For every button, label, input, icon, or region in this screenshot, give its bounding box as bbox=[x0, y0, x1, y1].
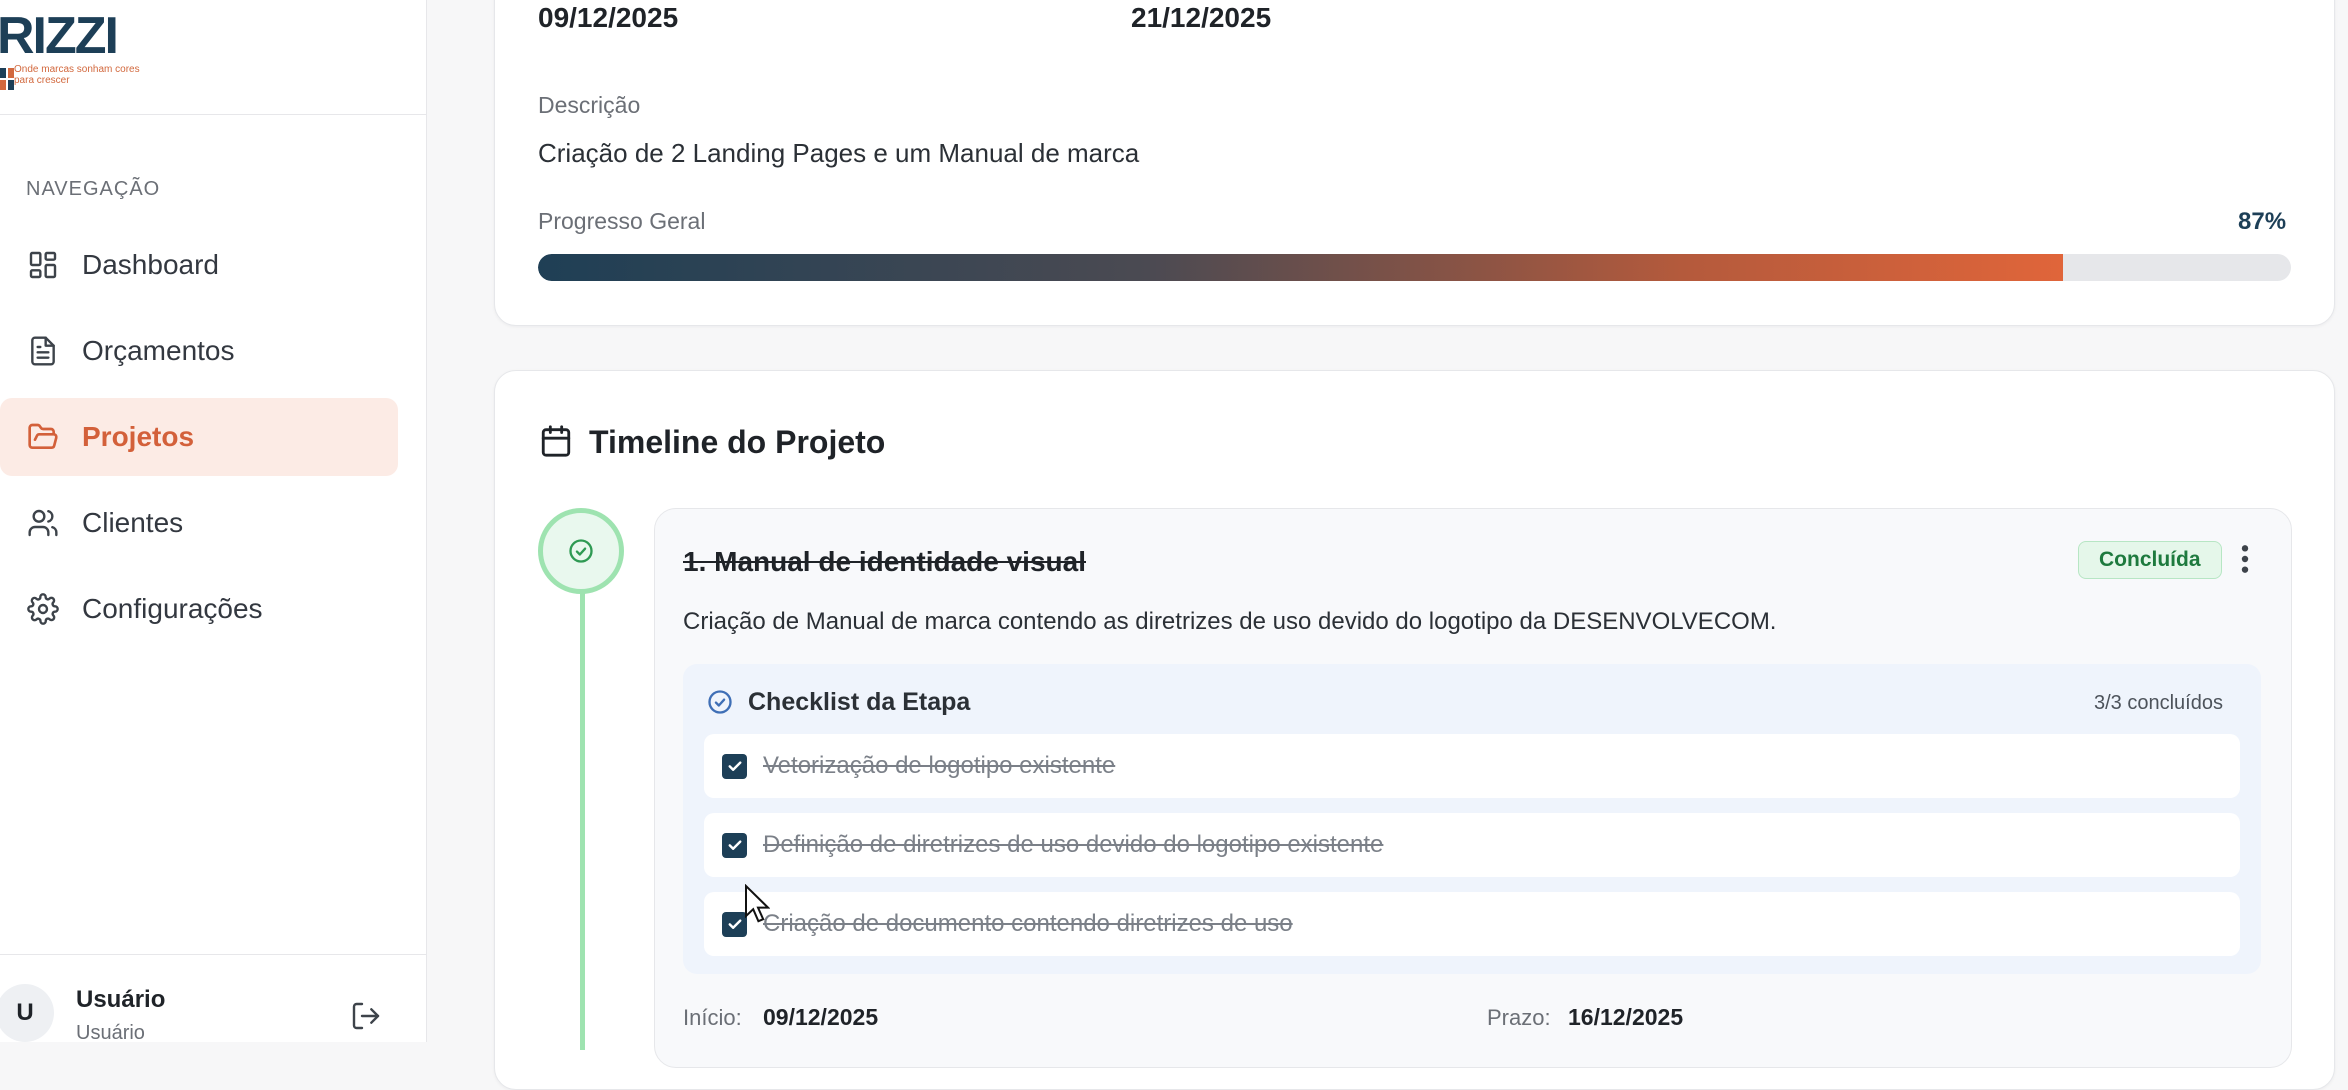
calendar-icon bbox=[541, 425, 571, 457]
timeline-node bbox=[538, 508, 624, 594]
sidebar-item-orcamentos[interactable]: Orçamentos bbox=[0, 312, 398, 390]
folder-icon bbox=[26, 420, 60, 454]
check-circle-icon bbox=[569, 539, 593, 563]
checklist-item[interactable]: Definição de diretrizes de uso devido do… bbox=[704, 813, 2240, 877]
project-end-date: 21/12/2025 bbox=[1131, 2, 1272, 33]
mouse-cursor-icon bbox=[745, 884, 770, 923]
project-description: Criação de 2 Landing Pages e um Manual d… bbox=[538, 138, 1140, 168]
logout-icon[interactable] bbox=[350, 1000, 382, 1032]
stage-due-date: 16/12/2025 bbox=[1568, 1004, 1684, 1030]
sidebar: RIZZI Onde marcas sonham cores para cres… bbox=[0, 0, 427, 1044]
checklist-item-label: Criação de documento contendo diretrizes… bbox=[763, 910, 1293, 937]
status-badge: Concluída bbox=[2078, 541, 2222, 579]
sidebar-item-label: Clientes bbox=[82, 507, 184, 538]
sidebar-item-label: Configurações bbox=[82, 593, 263, 624]
stage-start-date: 09/12/2025 bbox=[763, 1004, 879, 1030]
timeline-title: Timeline do Projeto bbox=[589, 424, 886, 460]
user-name: Usuário bbox=[76, 986, 166, 1013]
checkmark-icon bbox=[728, 840, 741, 850]
sidebar-item-configuracoes[interactable]: Configurações bbox=[0, 570, 398, 648]
checkmark-icon bbox=[728, 919, 741, 929]
checklist-item[interactable]: Criação de documento contendo diretrizes… bbox=[704, 892, 2240, 956]
checklist-item-label: Vetorização de logotipo existente bbox=[763, 752, 1116, 779]
checklist-item[interactable]: Vetorização de logotipo existente bbox=[704, 734, 2240, 798]
logo-pattern-icon bbox=[0, 68, 14, 90]
stage-title: 1. Manual de identidade visual bbox=[683, 546, 1086, 577]
progress-label: Progresso Geral bbox=[538, 208, 706, 234]
dashboard-grid-icon bbox=[26, 248, 60, 282]
description-label: Descrição bbox=[538, 92, 641, 118]
stage-start-label: Início: bbox=[683, 1005, 742, 1030]
sidebar-item-projetos[interactable]: Projetos bbox=[0, 398, 398, 476]
checklist-count: 3/3 concluídos bbox=[2094, 692, 2223, 714]
nav-heading: NAVEGAÇÃO bbox=[26, 178, 161, 200]
checkbox-checked[interactable] bbox=[722, 832, 747, 858]
avatar[interactable]: U bbox=[0, 984, 54, 1042]
progress-bar bbox=[538, 254, 2291, 281]
sidebar-item-label: Orçamentos bbox=[82, 335, 235, 366]
timeline-connector bbox=[580, 590, 585, 1050]
sidebar-divider bbox=[0, 114, 427, 115]
stage-description: Criação de Manual de marca contendo as d… bbox=[683, 608, 1777, 635]
sidebar-item-dashboard[interactable]: Dashboard bbox=[0, 226, 398, 304]
checklist-item-label: Definição de diretrizes de uso devido do… bbox=[763, 831, 1384, 858]
progress-percent: 87% bbox=[2238, 208, 2287, 235]
document-icon bbox=[26, 334, 60, 368]
checklist-title: Checklist da Etapa bbox=[748, 688, 971, 716]
users-icon bbox=[26, 506, 60, 540]
logo-wordmark: RIZZI bbox=[0, 7, 119, 65]
sidebar-item-clientes[interactable]: Clientes bbox=[0, 484, 398, 562]
stage-due-label: Prazo: bbox=[1487, 1005, 1551, 1030]
logo-tagline: Onde marcas sonham cores para crescer bbox=[14, 64, 140, 86]
sidebar-item-label: Dashboard bbox=[82, 249, 219, 280]
sidebar-footer-divider bbox=[0, 954, 427, 955]
sidebar-item-label: Projetos bbox=[82, 421, 195, 452]
progress-bar-fill bbox=[538, 254, 2064, 281]
checklist-check-circle-icon bbox=[708, 690, 732, 714]
checkbox-checked[interactable] bbox=[722, 753, 747, 779]
more-options-icon[interactable] bbox=[2236, 543, 2254, 575]
project-start-date: 09/12/2025 bbox=[538, 2, 679, 33]
gear-icon bbox=[26, 592, 60, 626]
checkmark-icon bbox=[728, 761, 741, 771]
brand-logo[interactable]: RIZZI Onde marcas sonham cores para cres… bbox=[0, 8, 160, 92]
